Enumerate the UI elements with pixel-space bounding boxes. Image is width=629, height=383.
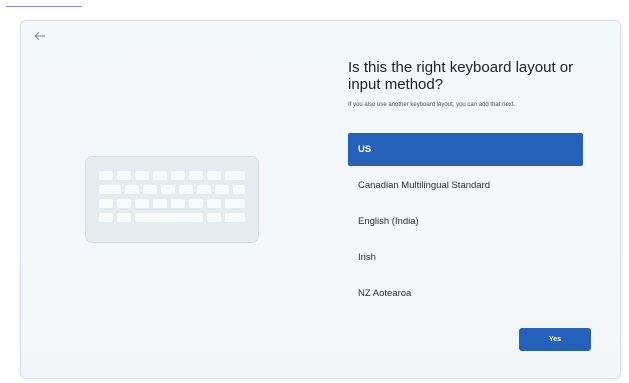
page-title: Is this the right keyboard layout or inp… — [348, 59, 574, 93]
setup-window: Is this the right keyboard layout or inp… — [20, 20, 621, 379]
back-button[interactable] — [29, 27, 51, 45]
keyboard-icon — [86, 157, 258, 242]
keyboard-key — [189, 171, 203, 180]
keyboard-key — [197, 185, 211, 194]
content-panel: Is this the right keyboard layout or inp… — [348, 59, 594, 109]
layout-option-english-india[interactable]: English (India) — [348, 205, 583, 238]
layout-option-canadian-multilingual[interactable]: Canadian Multilingual Standard — [348, 169, 583, 202]
keyboard-key — [153, 171, 167, 180]
keyboard-key — [179, 185, 193, 194]
keyboard-key — [125, 185, 139, 194]
keyboard-key — [171, 199, 185, 208]
back-arrow-icon — [34, 31, 45, 41]
layout-option-us[interactable]: US — [348, 133, 583, 166]
keyboard-layout-list: US Canadian Multilingual Standard Englis… — [348, 133, 583, 313]
keyboard-key — [99, 213, 113, 222]
keyboard-key — [99, 199, 113, 208]
keyboard-key — [143, 185, 157, 194]
keyboard-spacebar — [135, 213, 203, 222]
screen: Is this the right keyboard layout or inp… — [0, 0, 629, 383]
keyboard-key — [225, 171, 245, 180]
keyboard-key — [207, 199, 221, 208]
keyboard-key — [233, 185, 245, 194]
keyboard-key — [171, 171, 185, 180]
keyboard-key — [207, 213, 221, 222]
yes-button[interactable]: Yes — [519, 328, 591, 351]
top-accent-line — [6, 6, 82, 7]
keyboard-key — [225, 213, 245, 222]
keyboard-key — [117, 199, 131, 208]
keyboard-key — [225, 199, 245, 208]
keyboard-key — [117, 213, 131, 222]
layout-option-irish[interactable]: Irish — [348, 241, 583, 274]
keyboard-key — [117, 171, 131, 180]
page-subtitle: If you also use another keyboard layout,… — [348, 102, 516, 108]
layout-option-nz-aotearoa[interactable]: NZ Aotearoa — [348, 277, 583, 310]
keyboard-key — [135, 171, 149, 180]
keyboard-key — [99, 185, 121, 194]
keyboard-key — [153, 199, 167, 208]
keyboard-key — [161, 185, 175, 194]
keyboard-key — [135, 199, 149, 208]
keyboard-key — [189, 199, 203, 208]
keyboard-key — [215, 185, 229, 194]
keyboard-key — [99, 171, 113, 180]
keyboard-key — [207, 171, 221, 180]
